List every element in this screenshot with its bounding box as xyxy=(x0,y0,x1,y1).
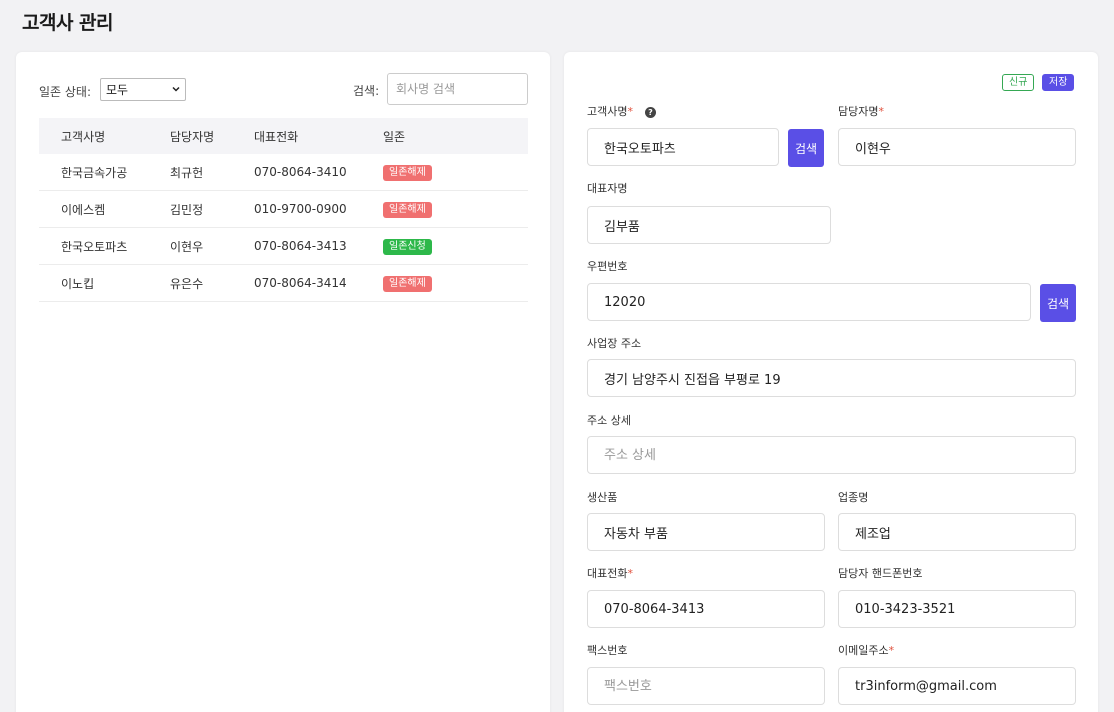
company-name-input[interactable] xyxy=(587,128,779,166)
email-label: 이메일주소* xyxy=(838,644,895,657)
company-label: 고객사명*? xyxy=(587,103,656,119)
header-company: 고객사명 xyxy=(61,129,106,144)
row-phone: 070-8064-3413 xyxy=(254,239,347,253)
company-search-button[interactable]: 검색 xyxy=(788,129,824,167)
industry-input[interactable] xyxy=(838,513,1076,551)
status-filter-value: 모두 xyxy=(106,83,129,97)
status-badge: 일존신청 xyxy=(383,238,432,255)
customer-form-panel: 신규 저장 고객사명*? 검색 담당자명* 대표자명 우편번호 검색 사업장 주… xyxy=(564,52,1098,712)
mobile-label: 담당자 핸드폰번호 xyxy=(838,567,923,580)
chevron-down-icon xyxy=(172,86,180,92)
row-phone: 070-8064-3414 xyxy=(254,276,347,290)
table-header: 고객사명 담당자명 대표전화 일존 xyxy=(39,118,528,154)
row-manager: 이현우 xyxy=(170,239,204,254)
header-phone: 대표전화 xyxy=(254,129,299,144)
table-row[interactable]: 한국오토파츠 이현우 070-8064-3413 일존신청 xyxy=(39,228,528,265)
product-input[interactable] xyxy=(587,513,825,551)
row-company: 이노킵 xyxy=(61,276,95,291)
header-status: 일존 xyxy=(383,129,406,144)
row-company: 한국오토파츠 xyxy=(61,239,128,254)
status-badge: 일존해제 xyxy=(383,275,432,292)
fax-input[interactable] xyxy=(587,667,825,705)
address-label: 사업장 주소 xyxy=(587,337,642,350)
row-company: 이에스켐 xyxy=(61,202,106,217)
help-icon[interactable]: ? xyxy=(644,107,656,118)
company-search-input[interactable] xyxy=(387,73,528,105)
manager-name-input[interactable] xyxy=(838,128,1076,166)
status-badge: 일존해제 xyxy=(383,164,432,181)
email-input[interactable] xyxy=(838,667,1076,705)
search-label: 검색: xyxy=(353,84,380,98)
row-manager: 김민정 xyxy=(170,202,204,217)
manager-label: 담당자명* xyxy=(838,105,884,118)
zip-search-button[interactable]: 검색 xyxy=(1040,284,1076,322)
mobile-input[interactable] xyxy=(838,590,1076,628)
customer-table: 고객사명 담당자명 대표전화 일존 한국금속가공 최규헌 070-8064-34… xyxy=(39,118,528,302)
table-row[interactable]: 이노킵 유은수 070-8064-3414 일존해제 xyxy=(39,265,528,302)
fax-label: 팩스번호 xyxy=(587,644,628,657)
product-label: 생산품 xyxy=(587,491,618,504)
ceo-label: 대표자명 xyxy=(587,182,628,195)
page-title: 고객사 관리 xyxy=(22,12,114,34)
save-button[interactable]: 저장 xyxy=(1042,74,1075,91)
zip-code-input[interactable] xyxy=(587,283,1031,321)
table-row[interactable]: 이에스켐 김민정 010-9700-0900 일존해제 xyxy=(39,191,528,228)
row-phone: 070-8064-3410 xyxy=(254,165,347,179)
required-mark: * xyxy=(627,105,633,118)
industry-label: 업종명 xyxy=(838,491,869,504)
row-manager: 최규헌 xyxy=(170,165,204,180)
zip-label: 우편번호 xyxy=(587,260,628,273)
customer-list-panel: 일존 상태: 모두 검색: 고객사명 담당자명 대표전화 일존 한국금속가공 최… xyxy=(16,52,550,712)
address-input[interactable] xyxy=(587,359,1076,397)
row-phone: 010-9700-0900 xyxy=(254,202,347,216)
ceo-name-input[interactable] xyxy=(587,206,831,244)
phone-label: 대표전화* xyxy=(587,567,633,580)
header-manager: 담당자명 xyxy=(170,129,215,144)
row-company: 한국금속가공 xyxy=(61,165,128,180)
new-button[interactable]: 신규 xyxy=(1002,74,1035,91)
status-filter-label: 일존 상태: xyxy=(39,85,92,99)
status-filter-select[interactable]: 모두 xyxy=(100,78,186,101)
phone-input[interactable] xyxy=(587,590,825,628)
address-detail-input[interactable] xyxy=(587,436,1076,474)
address-detail-label: 주소 상세 xyxy=(587,414,631,427)
row-manager: 유은수 xyxy=(170,276,204,291)
table-row[interactable]: 한국금속가공 최규헌 070-8064-3410 일존해제 xyxy=(39,154,528,191)
status-badge: 일존해제 xyxy=(383,201,432,218)
